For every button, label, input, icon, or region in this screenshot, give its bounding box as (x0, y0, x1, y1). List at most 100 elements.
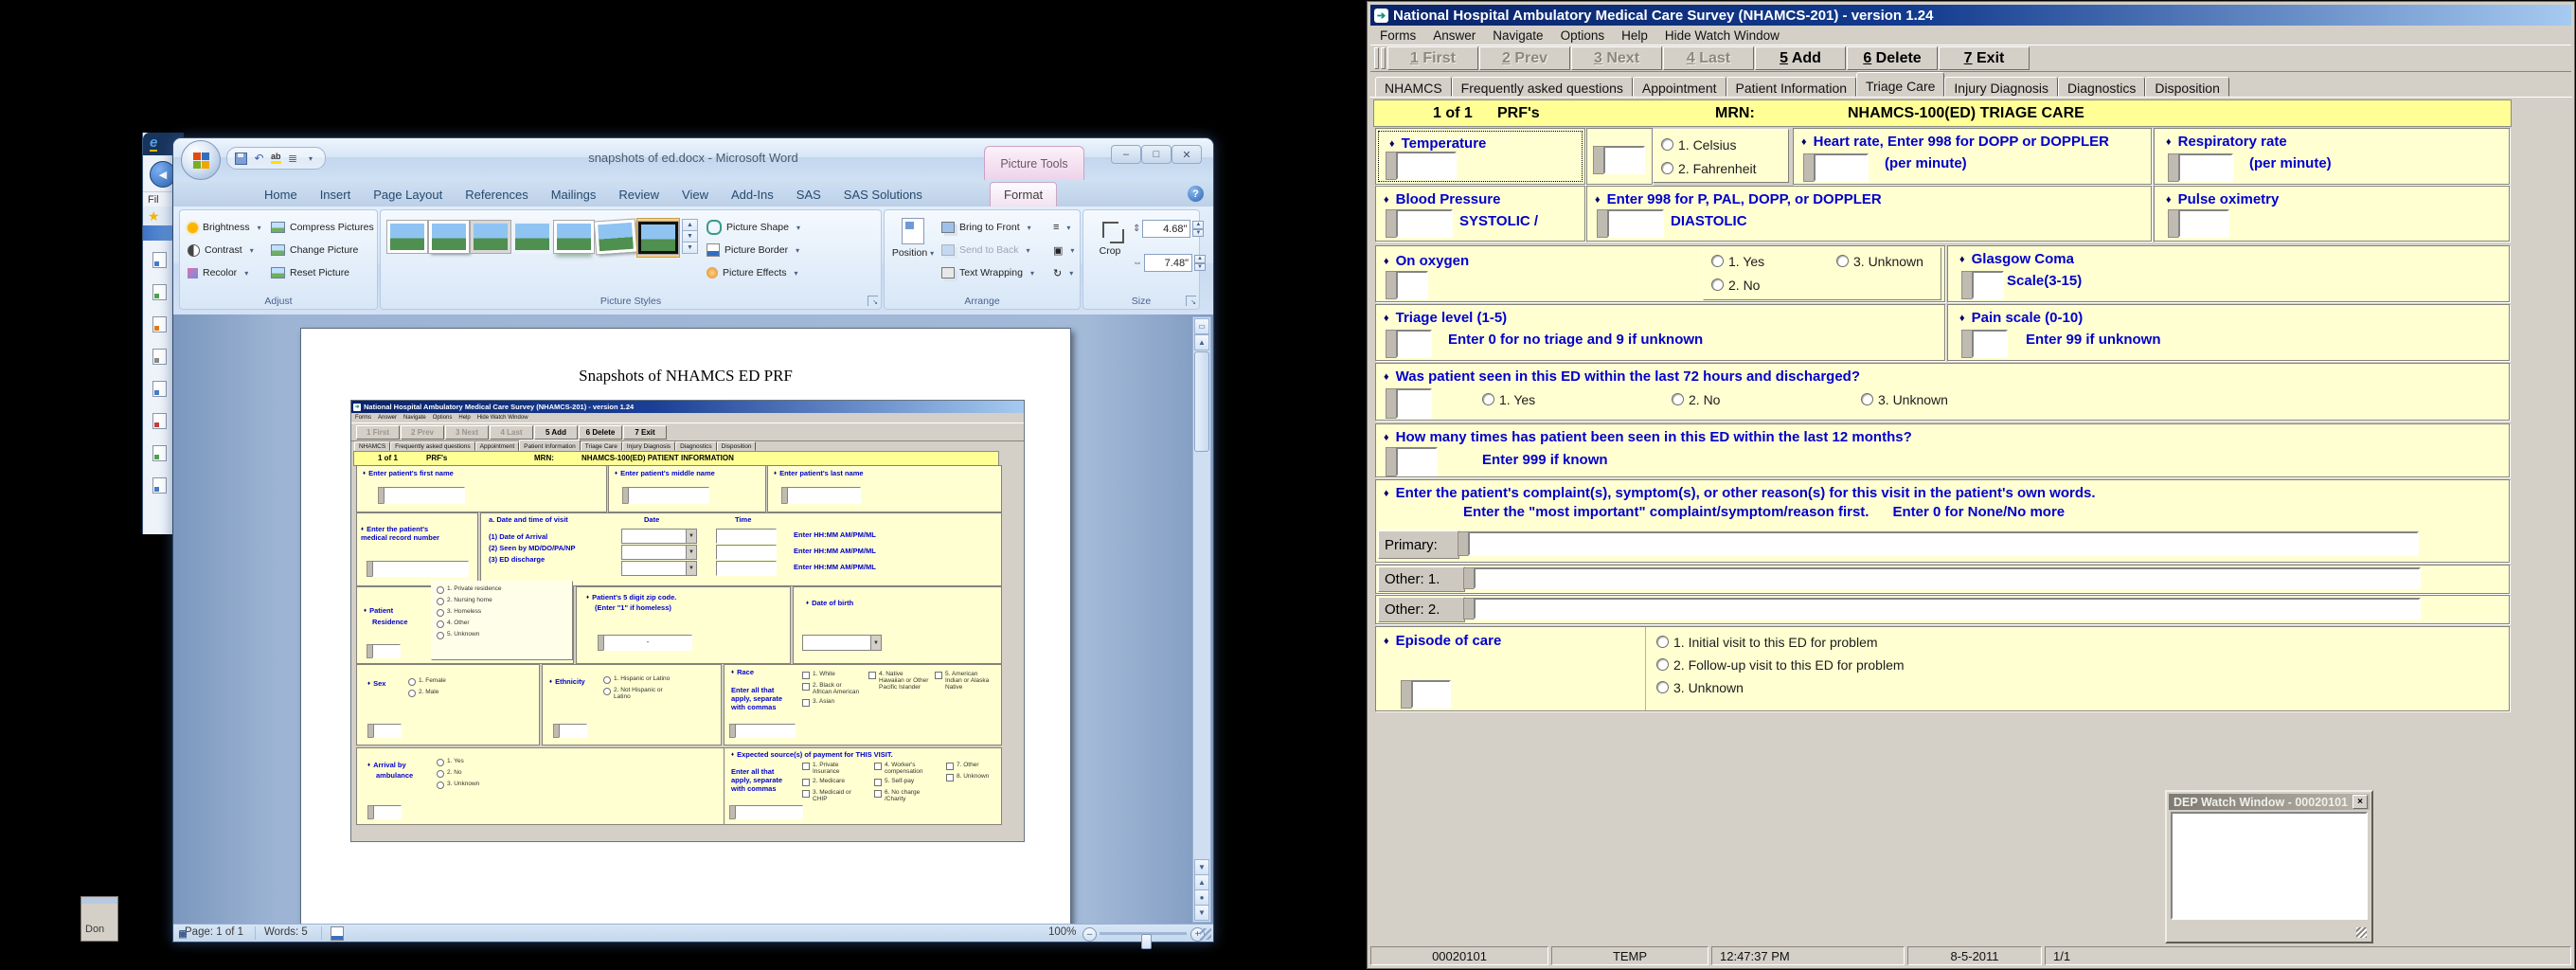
menu-item[interactable]: Options (1561, 28, 1605, 43)
ie-sidebar-icon[interactable] (152, 445, 167, 461)
other-complaint-2-input[interactable] (1474, 598, 2421, 620)
form-tab[interactable]: Frequently asked questions (1452, 77, 1633, 97)
radio-option[interactable]: 3. Unknown (1836, 254, 1923, 269)
episode-input[interactable] (1411, 680, 1451, 709)
embedded-menu-item[interactable]: Options (433, 415, 453, 421)
checkbox-option[interactable]: 7. Other (946, 762, 997, 770)
picture-style-thumbnail[interactable] (511, 218, 553, 256)
rotate-button[interactable]: ↻ (1053, 263, 1073, 282)
ie-sidebar-icon[interactable] (152, 252, 167, 268)
width-spinner[interactable]: ⇔7.48"▲▼ (1133, 254, 1206, 272)
embedded-tab[interactable]: Appointment (475, 441, 520, 451)
radio-option[interactable]: 2. Male (408, 689, 446, 697)
ribbon-tab[interactable]: Home (253, 183, 309, 207)
ie-sidebar-icon[interactable] (152, 477, 167, 494)
temperature-input[interactable] (1396, 152, 1457, 180)
ie-sidebar-icon[interactable] (152, 349, 167, 365)
picture-border-button[interactable]: Picture Border (707, 241, 799, 260)
checkbox-option[interactable]: 3. Asian (802, 698, 861, 707)
radio-option[interactable]: 2. Fahrenheit (1661, 161, 1757, 176)
heart-rate-input[interactable] (1814, 153, 1869, 182)
checkbox-option[interactable]: 3. Medicaid or CHIP (802, 789, 865, 802)
discharge-time-input[interactable] (716, 561, 777, 576)
radio-option[interactable]: 3. Unknown (1656, 680, 1905, 695)
checkbox-option[interactable]: 5. Self-pay (874, 778, 939, 786)
embedded-tab[interactable]: Diagnostics (675, 441, 717, 451)
menu-item[interactable]: Hide Watch Window (1665, 28, 1780, 43)
select-browse-button[interactable]: ● (1194, 889, 1209, 906)
save-icon[interactable] (235, 153, 247, 165)
ribbon-tab[interactable]: Page Layout (362, 183, 454, 207)
radio-option[interactable]: 3. Unknown (437, 781, 479, 789)
checkbox-option[interactable]: 2. Black or African American (802, 682, 861, 695)
zoom-slider-thumb[interactable] (1141, 934, 1152, 949)
radio-option[interactable]: 1. Initial visit to this ED for problem (1656, 635, 1905, 650)
zoom-out-button[interactable]: – (1082, 927, 1097, 942)
picture-style-thumbnail[interactable] (595, 218, 636, 256)
ie-sidebar-icon[interactable] (152, 381, 167, 397)
brightness-button[interactable]: Brightness (188, 218, 261, 237)
ethnicity-input[interactable] (559, 724, 587, 738)
pain-scale-input[interactable] (1972, 330, 2008, 358)
group-button[interactable]: ▣ (1053, 241, 1074, 260)
dep-watch-window[interactable]: DEP Watch Window - 00020101 × (2165, 790, 2373, 943)
styles-more[interactable]: ▼ (682, 242, 698, 254)
form-tab[interactable]: Diagnostics (2058, 77, 2145, 97)
zoom-level[interactable]: 100% (1048, 926, 1076, 938)
embedded-menu-item[interactable]: Hide Watch Window (477, 415, 528, 421)
menu-item[interactable]: Answer (1433, 28, 1476, 43)
arrival-time-input[interactable] (716, 529, 777, 544)
scroll-down-button[interactable]: ▼ (1194, 859, 1209, 875)
view-mode-button[interactable]: ▭ (173, 926, 192, 942)
ribbon-tab[interactable]: View (671, 183, 720, 207)
undo-icon[interactable]: ↶ (253, 153, 265, 165)
temperature-unit-input[interactable] (1603, 146, 1645, 174)
race-input[interactable] (735, 724, 796, 738)
position-button[interactable]: Position (890, 218, 936, 288)
form-tab-active[interactable]: Triage Care (1856, 72, 1944, 97)
ruler-toggle-button[interactable]: ▭ (1194, 318, 1209, 334)
seen-date-combo[interactable]: ▼ (621, 545, 697, 560)
radio-option[interactable]: 5. Unknown (437, 631, 501, 639)
checkbox-option[interactable]: 5. American Indian or Alaska Native (935, 671, 995, 691)
align-button[interactable]: ≡ (1053, 218, 1070, 237)
ie-sidebar-icon[interactable] (152, 284, 167, 300)
picture-style-thumbnail[interactable] (470, 218, 511, 256)
watch-resize-grip[interactable] (2356, 927, 2367, 938)
next-page-button[interactable]: ▼ (1194, 905, 1209, 921)
respiratory-rate-input[interactable] (2178, 153, 2233, 182)
bring-to-front-button[interactable]: Bring to Front (941, 218, 1031, 237)
radio-option[interactable]: 2. No (1711, 278, 1764, 293)
ribbon-tab[interactable]: SAS (785, 183, 832, 207)
office-button[interactable] (181, 140, 221, 180)
diastolic-input[interactable] (1607, 209, 1664, 238)
word-count[interactable]: Words: 5 (264, 926, 308, 938)
tab-format[interactable]: Format (990, 182, 1057, 207)
primary-complaint-input[interactable] (1468, 531, 2419, 556)
checkbox-option[interactable]: 1. Private Insurance (802, 762, 865, 775)
reset-picture-button[interactable]: Reset Picture (271, 263, 349, 282)
send-to-back-button[interactable]: Send to Back (941, 241, 1029, 260)
ribbon-tab[interactable]: SAS Solutions (832, 183, 934, 207)
systolic-input[interactable] (1396, 209, 1453, 238)
embedded-menu-item[interactable]: Help (458, 415, 470, 421)
embedded-tab[interactable]: Triage Care (581, 441, 622, 451)
form-tab[interactable]: Patient Information (1726, 77, 1857, 97)
zoom-slider-track[interactable] (1100, 932, 1187, 935)
nav-button[interactable]: 5 Add (1755, 46, 1846, 70)
mrn-input[interactable] (372, 561, 469, 577)
triage-level-input[interactable] (1396, 330, 1432, 358)
previous-page-button[interactable]: ▲ (1194, 874, 1209, 890)
residence-input[interactable] (372, 644, 401, 658)
close-button[interactable]: ✕ (1172, 145, 1202, 164)
radio-option[interactable]: 1. Hispanic or Latino (603, 675, 675, 684)
radio-option[interactable]: 1. Yes (1482, 392, 1672, 407)
glasgow-input[interactable] (1972, 271, 2004, 299)
word-vertical-scrollbar[interactable]: ▭ ▲ ▼ ▲ ● ▼ (1192, 316, 1211, 923)
first-name-input[interactable] (384, 487, 465, 504)
radio-option[interactable]: 1. Private residence (437, 585, 501, 594)
ribbon-tab[interactable]: Review (607, 183, 671, 207)
ribbon-tab[interactable]: Mailings (540, 183, 608, 207)
embedded-nav-button[interactable]: 6 Delete (579, 425, 622, 440)
picture-effects-button[interactable]: Picture Effects (707, 263, 798, 282)
